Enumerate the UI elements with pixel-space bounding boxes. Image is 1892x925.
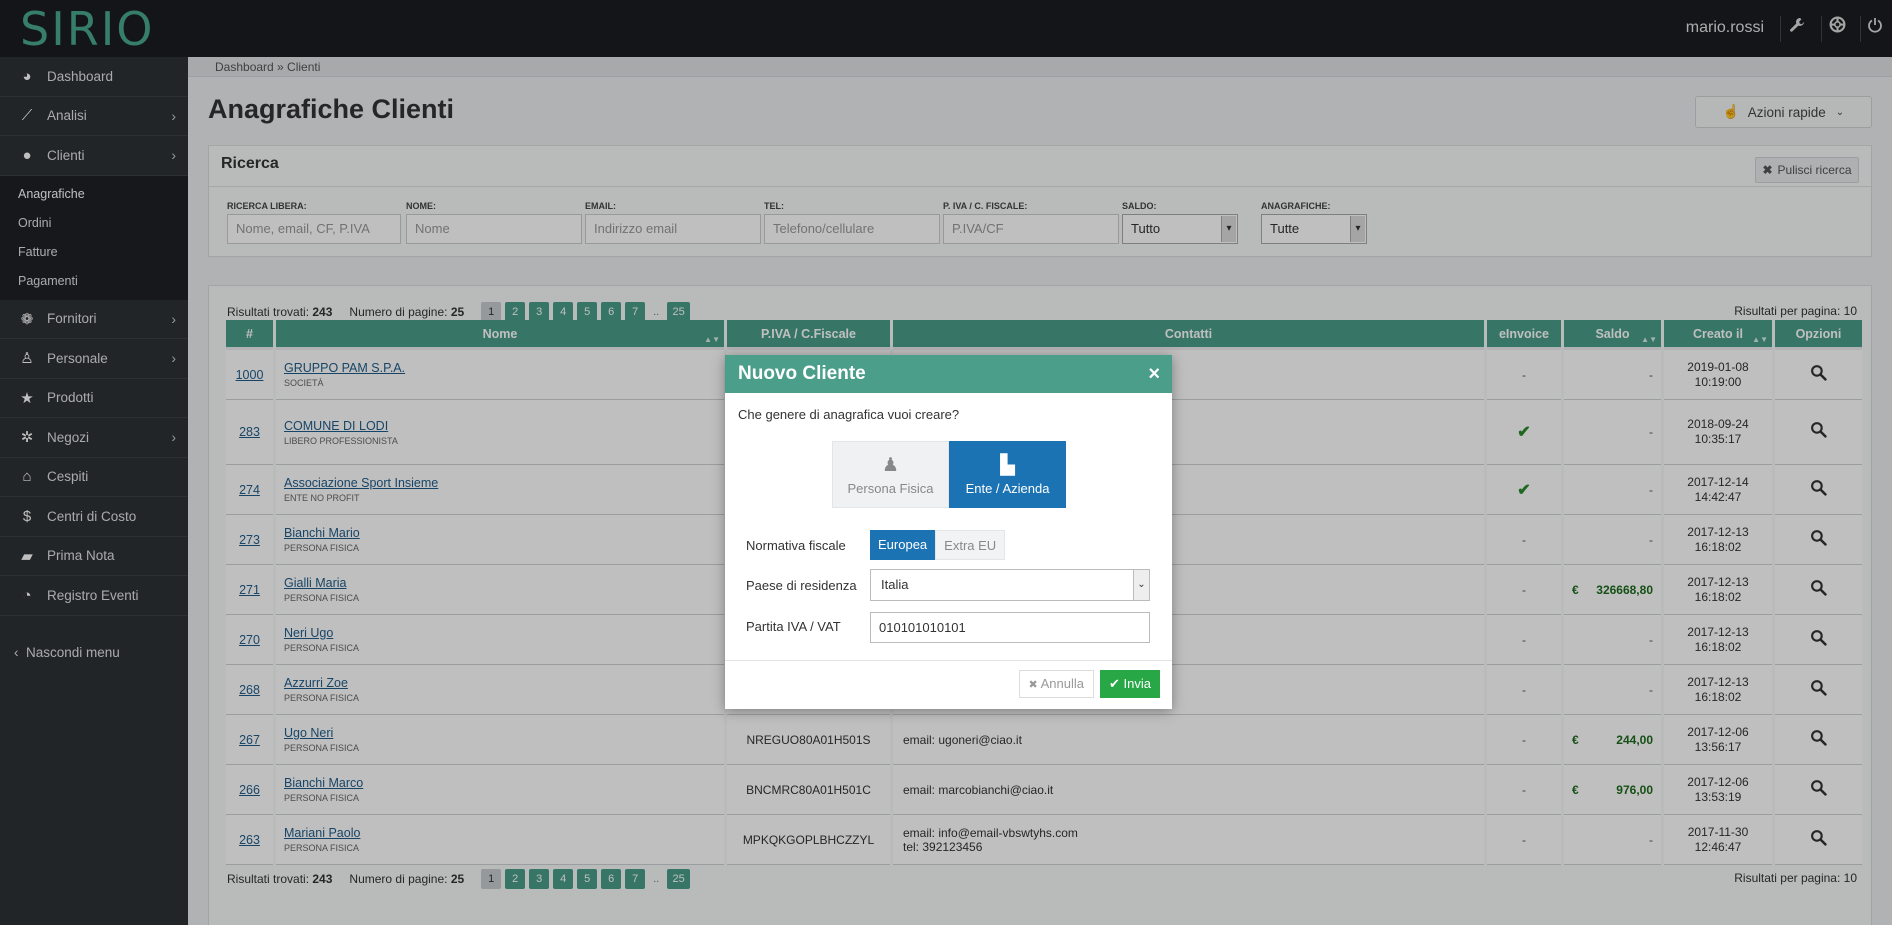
client-type-persona-fisica-button[interactable]: ♟ Persona Fisica [832, 441, 949, 508]
vat-label: Partita IVA / VAT [746, 619, 841, 634]
chevron-down-icon: ⌄ [1133, 570, 1149, 600]
industry-icon: ▙ [1000, 454, 1015, 476]
modal-footer: ✖ Annulla ✔ Invia [725, 660, 1172, 709]
send-button[interactable]: ✔ Invia [1100, 670, 1160, 698]
cancel-button[interactable]: ✖ Annulla [1018, 670, 1094, 698]
country-value: Italia [881, 577, 909, 592]
normativa-label: Normativa fiscale [746, 538, 846, 553]
client-type-toggle: ♟ Persona Fisica ▙ Ente / Azienda [832, 441, 1066, 508]
country-select[interactable]: Italia ⌄ [870, 569, 1150, 601]
new-client-modal: Nuovo Cliente × Che genere di anagrafica… [725, 355, 1172, 709]
cancel-label: Annulla [1040, 676, 1084, 691]
send-label: Invia [1123, 676, 1151, 691]
vat-input[interactable]: 010101010101 [870, 612, 1150, 643]
modal-question: Che genere di anagrafica vuoi creare? [738, 407, 960, 422]
normativa-toggle: Europea Extra EU [870, 530, 1006, 560]
client-type-label: Ente / Azienda [965, 480, 1050, 496]
country-label: Paese di residenza [746, 578, 857, 593]
close-icon: ✖ [1028, 679, 1038, 691]
client-type-label: Persona Fisica [847, 480, 934, 496]
normativa-extra-eu-button[interactable]: Extra EU [935, 530, 1006, 560]
client-type-ente-azienda-button[interactable]: ▙ Ente / Azienda [949, 441, 1066, 508]
modal-title: Nuovo Cliente [738, 363, 866, 384]
check-icon: ✔ [1109, 676, 1120, 691]
close-icon[interactable]: × [1148, 355, 1160, 393]
person-icon: ♟ [881, 454, 900, 476]
modal-header: Nuovo Cliente × [725, 355, 1172, 393]
normativa-europea-button[interactable]: Europea [870, 530, 936, 560]
